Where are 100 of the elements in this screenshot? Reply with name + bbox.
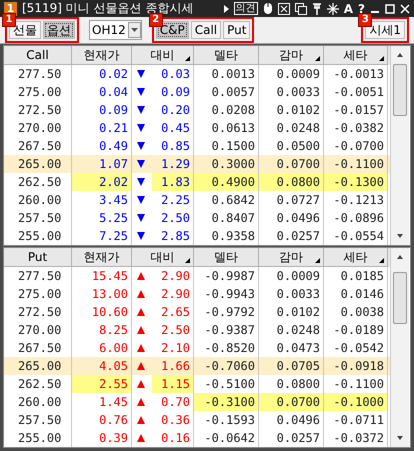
delta-cell: -0.9387 xyxy=(194,321,259,339)
column-header[interactable]: 현재가 xyxy=(72,46,132,65)
delta-cell: 0.6842 xyxy=(194,191,259,209)
column-header[interactable]: Put xyxy=(4,248,72,267)
change-cell-text: 0.70 xyxy=(160,394,191,411)
price-cell: 13.00 xyxy=(72,285,132,303)
change-cell-text: 0.16 xyxy=(160,430,191,447)
strike-cell: 275.00 xyxy=(4,83,72,101)
theta-cell: -0.0157 xyxy=(324,101,388,119)
font-button[interactable]: A xyxy=(344,2,354,16)
sort-corner-icon xyxy=(315,56,320,61)
pin-icon[interactable] xyxy=(312,2,322,14)
change-cell-text: 1.29 xyxy=(160,156,191,173)
delta-cell: -0.7060 xyxy=(194,357,259,375)
theta-cell: -0.1000 xyxy=(324,393,388,411)
x-box-icon[interactable] xyxy=(278,2,290,14)
price-cell: 8.25 xyxy=(72,321,132,339)
toggle-button[interactable]: 선물 xyxy=(9,21,41,39)
help-button[interactable]: ? xyxy=(358,2,365,16)
change-cell-text: 1.66 xyxy=(160,358,191,375)
snowflake-icon[interactable] xyxy=(326,2,339,14)
close-icon[interactable] xyxy=(400,4,410,14)
delta-cell: 0.4900 xyxy=(194,173,259,191)
column-header[interactable]: 감마 xyxy=(259,46,324,65)
theta-cell: 0.0038 xyxy=(324,303,388,321)
toggle-button[interactable]: C&P xyxy=(156,21,189,39)
price-cell: 3.45 xyxy=(72,191,132,209)
price-cell: 0.39 xyxy=(72,429,132,447)
theta-cell: -0.0382 xyxy=(324,119,388,137)
strike-cell: 277.50 xyxy=(4,65,72,83)
gamma-cell: 0.0102 xyxy=(259,101,324,119)
change-cell-text: 0.36 xyxy=(160,412,191,429)
column-header[interactable]: 현재가 xyxy=(72,248,132,267)
mouse-icon[interactable] xyxy=(262,2,273,15)
column-header[interactable]: 델타 xyxy=(194,248,259,267)
price-cell: 0.04 xyxy=(72,83,132,101)
window-title: [5119] 미니 선물옵션 종합시세 xyxy=(22,0,194,15)
strike-cell: 260.00 xyxy=(4,191,72,209)
theta-cell: 0.0146 xyxy=(324,285,388,303)
gamma-cell: 0.0009 xyxy=(259,65,324,83)
price-cell: 15.45 xyxy=(72,267,132,285)
theta-cell: -0.0051 xyxy=(324,83,388,101)
strike-cell: 265.00 xyxy=(4,155,72,173)
price-cell: 2.55 xyxy=(72,375,132,393)
delta-cell: -0.9792 xyxy=(194,303,259,321)
column-header[interactable]: 델타 xyxy=(194,46,259,65)
delta-cell: -0.0642 xyxy=(194,429,259,447)
sort-corner-icon xyxy=(185,258,190,263)
scroll-thumb[interactable] xyxy=(393,64,407,116)
change-cell-text: 0.85 xyxy=(160,138,191,155)
strike-cell: 255.00 xyxy=(4,429,72,447)
delta-cell: -0.9987 xyxy=(194,267,259,285)
strike-cell: 275.00 xyxy=(4,285,72,303)
delta-cell: -0.9943 xyxy=(194,285,259,303)
group-badge: 2 xyxy=(148,13,163,27)
gamma-cell: 0.0496 xyxy=(259,411,324,429)
delta-cell: 0.9358 xyxy=(194,227,259,245)
play-icon xyxy=(224,4,229,12)
gamma-cell: 0.0257 xyxy=(259,429,324,447)
toggle-button[interactable]: Put xyxy=(223,21,250,39)
change-cell-text: 2.85 xyxy=(160,228,191,245)
column-header[interactable]: 세타 xyxy=(324,248,388,267)
group-badge: 3 xyxy=(358,13,372,27)
windows-icon[interactable] xyxy=(294,2,307,14)
theta-cell: -0.0372 xyxy=(324,429,388,447)
change-cell-text: 2.65 xyxy=(160,304,191,321)
opinion-button[interactable]: 의견 xyxy=(234,2,258,15)
price-cell: 2.02 xyxy=(72,173,132,191)
strike-cell: 272.50 xyxy=(4,303,72,321)
gamma-cell: 0.0705 xyxy=(259,357,324,375)
gamma-cell: 0.0248 xyxy=(259,119,324,137)
maximize-icon[interactable] xyxy=(385,4,395,14)
scrollbar[interactable] xyxy=(390,248,409,447)
column-header[interactable]: 감마 xyxy=(259,248,324,267)
scrollbar[interactable] xyxy=(390,46,409,245)
change-cell-text: 2.25 xyxy=(160,192,191,209)
delta-cell: 0.0613 xyxy=(194,119,259,137)
gamma-cell: 0.0033 xyxy=(259,83,324,101)
strike-cell: 255.00 xyxy=(4,227,72,245)
toggle-button[interactable]: 시세1 xyxy=(365,21,405,39)
change-cell-text: 2.90 xyxy=(160,268,191,285)
column-header[interactable]: 세타 xyxy=(324,46,388,65)
strike-cell: 270.00 xyxy=(4,119,72,137)
change-cell: 1.15 xyxy=(152,375,193,393)
scroll-thumb[interactable] xyxy=(393,272,407,324)
gamma-cell: 0.0257 xyxy=(259,227,324,245)
month-dropdown[interactable]: OH12 xyxy=(89,20,142,40)
sort-corner-icon xyxy=(315,258,320,263)
change-cell-text: 2.50 xyxy=(160,322,191,339)
group-badge: 1 xyxy=(2,13,16,27)
gamma-cell: 0.0033 xyxy=(259,285,324,303)
gamma-cell: 0.0727 xyxy=(259,191,324,209)
toggle-button[interactable]: Call xyxy=(190,21,222,39)
column-header[interactable]: 대비 xyxy=(132,46,194,65)
change-cell-text: 2.10 xyxy=(160,340,191,357)
price-cell: 0.02 xyxy=(72,65,132,83)
toggle-button[interactable]: 옵션 xyxy=(43,21,75,39)
column-header[interactable]: Call xyxy=(4,46,72,65)
column-header[interactable]: 대비 xyxy=(132,248,194,267)
gamma-cell: 0.0700 xyxy=(259,393,324,411)
